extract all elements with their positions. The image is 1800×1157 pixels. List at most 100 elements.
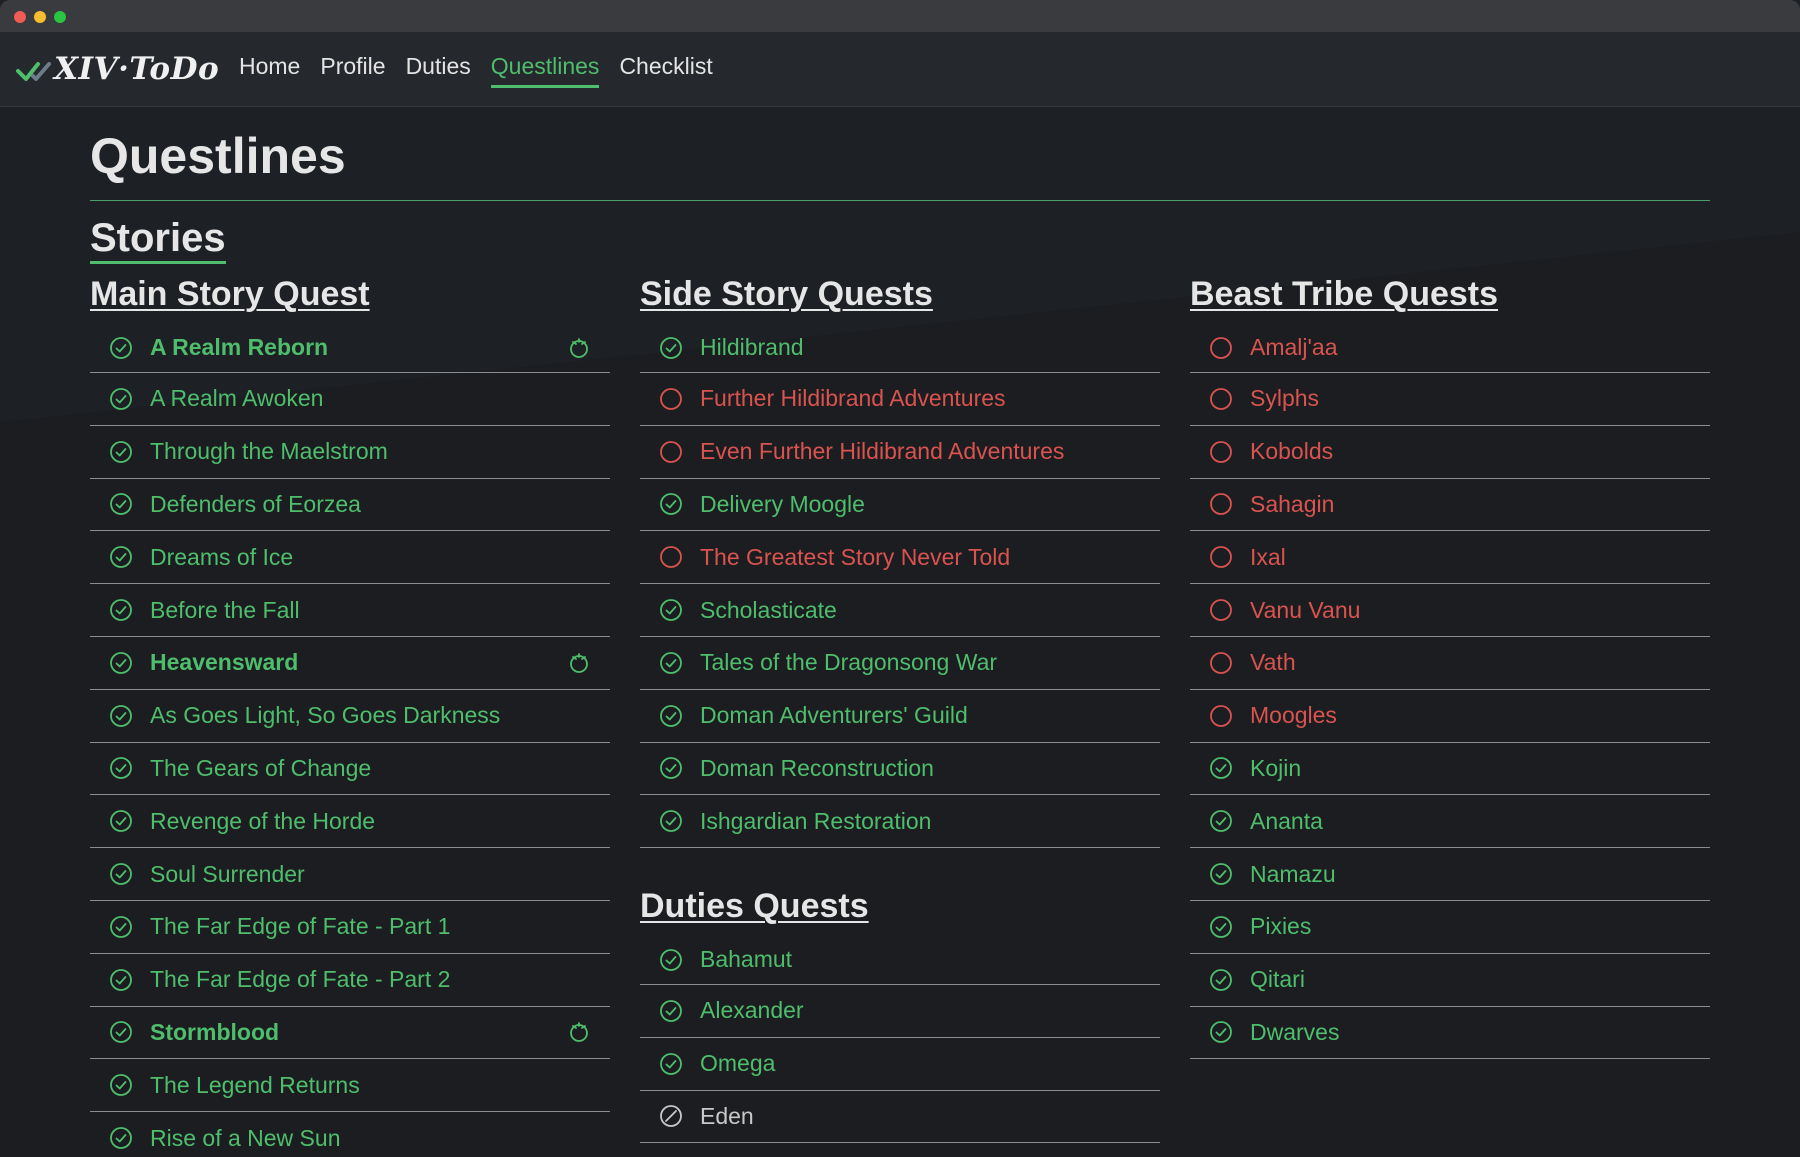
quest-row[interactable]: Vath bbox=[1190, 637, 1710, 690]
empty-circle-icon[interactable] bbox=[1209, 545, 1233, 569]
check-circle-icon[interactable] bbox=[1209, 809, 1233, 833]
quest-row[interactable]: A Realm Reborn bbox=[90, 323, 610, 373]
quest-row[interactable]: The Greatest Story Never Told bbox=[640, 531, 1160, 585]
check-circle-icon[interactable] bbox=[109, 492, 133, 516]
quest-row[interactable]: Dwarves bbox=[1190, 1007, 1710, 1060]
check-circle-icon[interactable] bbox=[109, 809, 133, 833]
quest-row[interactable]: Even Further Hildibrand Adventures bbox=[640, 426, 1160, 479]
check-circle-icon[interactable] bbox=[659, 651, 683, 675]
quest-row[interactable]: Omega bbox=[640, 1038, 1160, 1091]
quest-row[interactable]: Sylphs bbox=[1190, 373, 1710, 426]
group-title: Side Story Quests bbox=[640, 275, 933, 313]
quest-row[interactable]: Scholasticate bbox=[640, 584, 1160, 637]
quest-row[interactable]: Sahagin bbox=[1190, 479, 1710, 532]
check-circle-icon[interactable] bbox=[109, 1020, 133, 1044]
window-close-button[interactable] bbox=[14, 11, 26, 23]
empty-circle-icon[interactable] bbox=[659, 545, 683, 569]
quest-row[interactable]: Namazu bbox=[1190, 848, 1710, 901]
quest-row[interactable]: Delivery Moogle bbox=[640, 479, 1160, 532]
quest-row[interactable]: Ananta bbox=[1190, 795, 1710, 849]
check-circle-icon[interactable] bbox=[659, 704, 683, 728]
quest-row[interactable]: Further Hildibrand Adventures bbox=[640, 373, 1160, 426]
quest-row[interactable]: Vanu Vanu bbox=[1190, 584, 1710, 637]
quest-row[interactable]: Hildibrand bbox=[640, 323, 1160, 373]
check-circle-icon[interactable] bbox=[1209, 1020, 1233, 1044]
quest-row[interactable]: Soul Surrender bbox=[90, 848, 610, 901]
check-circle-icon[interactable] bbox=[659, 492, 683, 516]
check-circle-icon[interactable] bbox=[109, 1073, 133, 1097]
quest-row[interactable]: The Far Edge of Fate - Part 1 bbox=[90, 901, 610, 954]
quest-row[interactable]: Amalj'aa bbox=[1190, 323, 1710, 373]
quest-row[interactable]: Kojin bbox=[1190, 743, 1710, 796]
nav-checklist[interactable]: Checklist bbox=[619, 52, 712, 88]
quest-row[interactable]: Pixies bbox=[1190, 901, 1710, 954]
nav-home[interactable]: Home bbox=[239, 52, 300, 88]
check-circle-icon[interactable] bbox=[109, 968, 133, 992]
window-zoom-button[interactable] bbox=[54, 11, 66, 23]
quest-row[interactable]: Before the Fall bbox=[90, 584, 610, 637]
check-circle-icon[interactable] bbox=[109, 704, 133, 728]
empty-circle-icon[interactable] bbox=[1209, 492, 1233, 516]
quest-row[interactable]: Rise of a New Sun bbox=[90, 1112, 610, 1157]
quest-label: A Realm Reborn bbox=[150, 334, 329, 360]
check-circle-icon[interactable] bbox=[109, 1126, 133, 1150]
quest-row[interactable]: Defenders of Eorzea bbox=[90, 479, 610, 532]
quest-row[interactable]: Eden bbox=[640, 1091, 1160, 1144]
check-circle-icon[interactable] bbox=[659, 948, 683, 972]
check-circle-icon[interactable] bbox=[109, 387, 133, 411]
check-circle-icon[interactable] bbox=[659, 1052, 683, 1076]
empty-circle-icon[interactable] bbox=[1209, 651, 1233, 675]
quest-row[interactable]: Revenge of the Horde bbox=[90, 795, 610, 849]
check-circle-icon[interactable] bbox=[659, 598, 683, 622]
slash-circle-icon[interactable] bbox=[659, 1104, 683, 1128]
check-circle-icon[interactable] bbox=[1209, 915, 1233, 939]
quest-row[interactable]: Qitari bbox=[1190, 954, 1710, 1007]
window-minimize-button[interactable] bbox=[34, 11, 46, 23]
check-circle-icon[interactable] bbox=[109, 756, 133, 780]
check-circle-icon[interactable] bbox=[659, 336, 683, 360]
quest-row[interactable]: As Goes Light, So Goes Darkness bbox=[90, 690, 610, 743]
brand-link[interactable]: XIV·ToDo bbox=[16, 48, 219, 90]
quest-row[interactable]: Kobolds bbox=[1190, 426, 1710, 479]
quest-row[interactable]: Ishgardian Restoration bbox=[640, 795, 1160, 849]
check-circle-icon[interactable] bbox=[659, 999, 683, 1023]
quest-row[interactable]: The Gears of Change bbox=[90, 743, 610, 796]
check-circle-icon[interactable] bbox=[109, 651, 133, 675]
check-circle-icon[interactable] bbox=[659, 756, 683, 780]
quest-row[interactable]: Heavensward bbox=[90, 637, 610, 690]
quest-row[interactable]: Ixal bbox=[1190, 531, 1710, 585]
quest-row[interactable]: The Legend Returns bbox=[90, 1059, 610, 1113]
quest-row[interactable]: Bahamut bbox=[640, 935, 1160, 985]
check-circle-icon[interactable] bbox=[1209, 756, 1233, 780]
check-circle-icon[interactable] bbox=[109, 862, 133, 886]
check-circle-icon[interactable] bbox=[109, 440, 133, 464]
quest-label: The Gears of Change bbox=[150, 754, 372, 781]
quest-row[interactable]: Through the Maelstrom bbox=[90, 426, 610, 479]
quest-row[interactable]: A Realm Awoken bbox=[90, 373, 610, 426]
quest-row[interactable]: Dreams of Ice bbox=[90, 531, 610, 585]
check-circle-icon[interactable] bbox=[109, 545, 133, 569]
check-circle-icon[interactable] bbox=[1209, 968, 1233, 992]
empty-circle-icon[interactable] bbox=[1209, 387, 1233, 411]
empty-circle-icon[interactable] bbox=[659, 387, 683, 411]
quest-row[interactable]: Tales of the Dragonsong War bbox=[640, 637, 1160, 690]
empty-circle-icon[interactable] bbox=[1209, 598, 1233, 622]
quest-row[interactable]: The Far Edge of Fate - Part 2 bbox=[90, 954, 610, 1007]
quest-row[interactable]: Moogles bbox=[1190, 690, 1710, 743]
empty-circle-icon[interactable] bbox=[1209, 704, 1233, 728]
quest-row[interactable]: Alexander bbox=[640, 985, 1160, 1038]
quest-row[interactable]: Doman Reconstruction bbox=[640, 743, 1160, 796]
nav-profile[interactable]: Profile bbox=[320, 52, 385, 88]
nav-questlines[interactable]: Questlines bbox=[490, 52, 600, 88]
empty-circle-icon[interactable] bbox=[1209, 440, 1233, 464]
empty-circle-icon[interactable] bbox=[659, 440, 683, 464]
check-circle-icon[interactable] bbox=[659, 809, 683, 833]
check-circle-icon[interactable] bbox=[109, 598, 133, 622]
check-circle-icon[interactable] bbox=[1209, 862, 1233, 886]
quest-row[interactable]: Stormblood bbox=[90, 1007, 610, 1060]
empty-circle-icon[interactable] bbox=[1209, 336, 1233, 360]
check-circle-icon[interactable] bbox=[109, 336, 133, 360]
check-circle-icon[interactable] bbox=[109, 915, 133, 939]
quest-row[interactable]: Doman Adventurers' Guild bbox=[640, 690, 1160, 743]
nav-duties[interactable]: Duties bbox=[406, 52, 471, 88]
